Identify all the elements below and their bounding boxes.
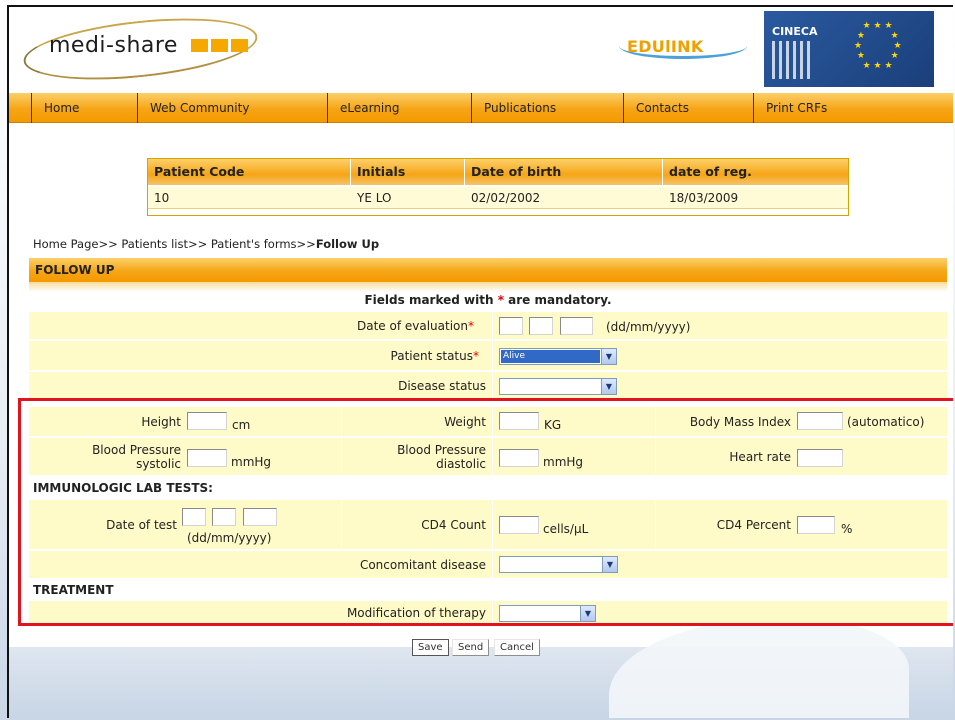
nav-contacts[interactable]: Contacts [623,93,689,123]
evaluation-date-format: (dd/mm/yyyy) [606,320,691,334]
breadcrumb-current: Follow Up [315,237,380,251]
patient-table-header: Patient Code Initials Date of birth date… [148,159,848,185]
col-patient-code: Patient Code [154,164,245,179]
date-of-reg-value: 18/03/2009 [669,191,739,205]
page-frame: medi-share EDUlINK CINECA ★ ★ ★ ★ ★ ★ ★ … [7,5,953,718]
cineca-text: CINECA [772,25,818,38]
evaluation-year-input[interactable] [560,317,593,335]
nav-elearning[interactable]: eLearning [327,93,399,123]
site-header: medi-share EDUlINK CINECA ★ ★ ★ ★ ★ ★ ★ … [9,7,953,93]
nav-web-community[interactable]: Web Community [137,93,249,123]
logo-blocks [191,39,248,52]
nav-publications[interactable]: Publications [471,93,556,123]
background-shape [609,617,909,718]
patient-summary-table: Patient Code Initials Date of birth date… [147,158,849,216]
patient-status-label: Patient status* [390,348,479,363]
disease-status-select[interactable]: ▼ [499,378,617,395]
highlight-frame [18,398,953,626]
mandatory-note: Fields marked with * are mandatory. [364,293,612,307]
row-date-of-evaluation: Date of evaluation* (dd/mm/yyyy) [29,312,947,340]
chevron-down-icon: ▼ [601,349,616,364]
row-patient-status: Patient status* Alive ▼ [29,341,947,371]
chevron-down-icon: ▼ [601,379,616,394]
patient-status-value: Alive [501,350,600,363]
edulink-logo[interactable]: EDUlINK [617,31,757,67]
row-disease-status: Disease status ▼ [29,372,947,400]
cineca-grid-icon [772,41,814,79]
nav-home[interactable]: Home [31,93,79,123]
col-date-of-reg: date of reg. [669,164,752,179]
col-date-of-birth: Date of birth [471,164,562,179]
cineca-eu-logo[interactable]: CINECA ★ ★ ★ ★ ★ ★ ★ ★ ★ ★ ★ ★ [764,11,934,87]
send-button[interactable]: Send [452,639,490,656]
section-title: FOLLOW UP [29,258,947,282]
section-shade [29,282,947,292]
breadcrumb: Home Page>> Patients list>> Patient's fo… [33,237,379,251]
cancel-button[interactable]: Cancel [494,639,540,656]
col-initials: Initials [357,164,406,179]
breadcrumb-path[interactable]: Home Page>> Patients list>> Patient's fo… [33,237,316,251]
evaluation-month-input[interactable] [529,317,553,335]
patient-status-select[interactable]: Alive ▼ [499,348,617,365]
disease-status-label: Disease status [398,378,486,393]
main-nav: Home Web Community eLearning Publication… [9,93,953,123]
date-of-evaluation-label: Date of evaluation* [357,318,474,333]
patient-table-row: 10 YE LO 02/02/2002 18/03/2009 [148,187,848,209]
date-of-birth-value: 02/02/2002 [471,191,541,205]
edulink-text: EDUlINK [627,37,704,56]
logo-text: medi-share [49,33,178,58]
save-button[interactable]: Save [412,639,449,656]
medishare-logo[interactable]: medi-share [20,8,263,90]
patient-code-value: 10 [154,191,170,205]
initials-value: YE LO [357,191,392,205]
evaluation-day-input[interactable] [499,317,523,335]
eu-stars-icon: ★ ★ ★ ★ ★ ★ ★ ★ ★ ★ ★ ★ [854,21,902,71]
nav-print-crfs[interactable]: Print CRFs [753,93,827,123]
